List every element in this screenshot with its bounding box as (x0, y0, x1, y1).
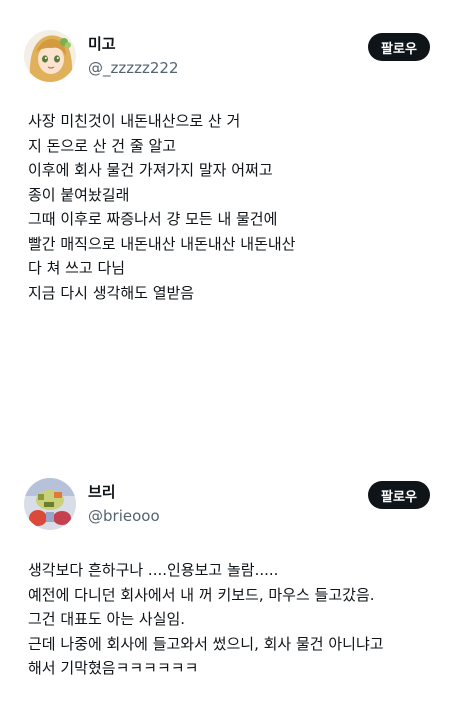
user-avatar[interactable] (24, 478, 76, 530)
post-text-line: 빨간 매직으로 내돈내산 내돈내산 내돈내산 (28, 234, 296, 253)
post-text-line: 지금 다시 생각해도 열받음 (28, 283, 195, 302)
post-text: 생각보다 흔하구나 ....인용보고 놀람..... 예전에 다니던 회사에서 … (28, 558, 448, 681)
follow-button[interactable]: 팔로우 (368, 33, 430, 61)
post-text-line: 근데 나중에 회사에 들고와서 썼으니, 회사 물건 아니냐고 (28, 634, 384, 653)
post-text-line: 그건 대표도 아는 사실임. (28, 610, 186, 628)
pixel-character-avatar-icon (24, 478, 76, 530)
post-text-line: 지 돈으로 산 건 줄 알고 (28, 136, 177, 155)
user-handle[interactable]: @brieooo (88, 506, 160, 526)
display-name[interactable]: 미고 (88, 34, 116, 54)
post-text-line: 다 쳐 쓰고 다님 (28, 259, 126, 277)
post-text-line: 해서 기막혔음ㅋㅋㅋㅋㅋㅋ (28, 659, 199, 677)
follow-button[interactable]: 팔로우 (368, 481, 430, 509)
post-text-line: 이후에 회사 물건 가져가지 말자 어쩌고 (28, 161, 273, 179)
anime-girl-avatar-icon (24, 30, 76, 82)
user-avatar[interactable] (24, 30, 76, 82)
post-text-line: 예전에 다니던 회사에서 내 꺼 키보드, 마우스 들고갔음. (28, 585, 375, 604)
post-text: 사장 미친것이 내돈내산으로 산 거 지 돈으로 산 건 줄 알고 이후에 회사… (28, 109, 448, 305)
post-text-line: 종이 붙여놨길래 (28, 185, 130, 204)
post-text-line: 생각보다 흔하구나 ....인용보고 놀람..... (28, 561, 279, 579)
post-text-line: 그때 이후로 짜증나서 걍 모든 내 물건에 (28, 210, 278, 228)
display-name[interactable]: 브리 (88, 482, 116, 502)
post-text-line: 사장 미친것이 내돈내산으로 산 거 (28, 112, 241, 130)
user-handle[interactable]: @_zzzzz222 (88, 58, 179, 78)
